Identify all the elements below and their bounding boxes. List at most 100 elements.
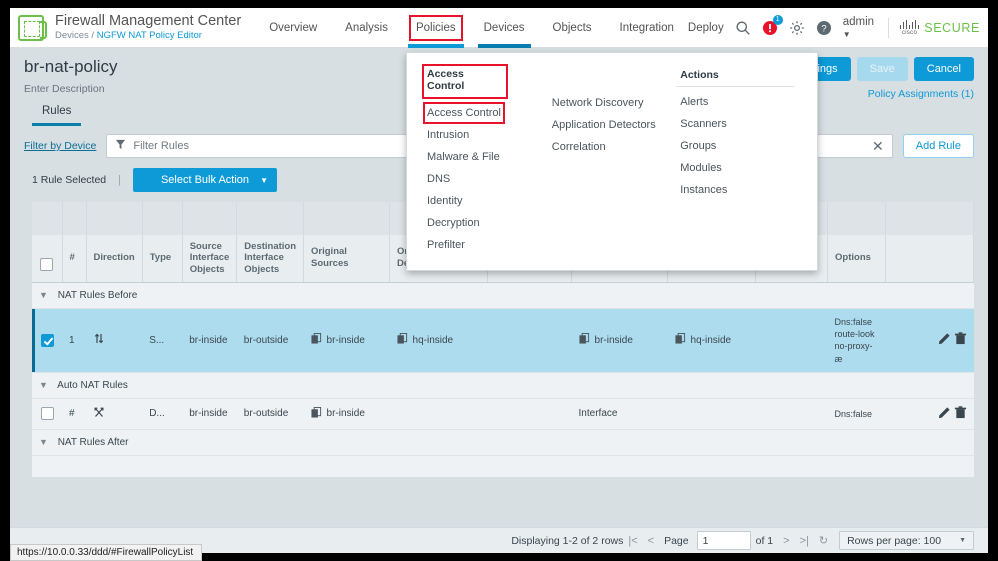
- row-type: S...: [142, 308, 183, 373]
- notifications-icon[interactable]: 1: [762, 14, 783, 36]
- row-translated-services: [755, 398, 828, 430]
- bidirectional-arrow-icon: [93, 334, 105, 348]
- menu-item-intrusion[interactable]: Intrusion: [423, 124, 548, 146]
- main-nav-items: Overview Analysis Policies Devices Objec…: [255, 8, 688, 48]
- breadcrumb-prefix: Devices /: [55, 30, 95, 42]
- column-header-original-sources[interactable]: Original Sources: [303, 233, 391, 284]
- column-header-number[interactable]: #: [62, 233, 87, 284]
- page-number-input[interactable]: [696, 531, 751, 550]
- select-bulk-action-label: Select Bulk Action: [160, 174, 250, 186]
- row-select-cell: [32, 398, 62, 430]
- row-select-cell: [32, 308, 62, 373]
- menu-column-access-control: Access Control Access Control Intrusion …: [422, 64, 548, 256]
- group-row-nat-rules-before[interactable]: ▼ NAT Rules Before: [32, 282, 974, 310]
- cancel-button[interactable]: Cancel: [913, 57, 974, 81]
- group-row-nat-rules-after[interactable]: ▼ NAT Rules After: [32, 429, 974, 456]
- row-translated-destinations: [667, 398, 756, 430]
- nav-item-objects[interactable]: Objects: [539, 8, 606, 48]
- menu-item-dns[interactable]: DNS: [423, 168, 548, 190]
- tab-rules[interactable]: Rules: [32, 102, 82, 126]
- nav-item-devices[interactable]: Devices: [470, 8, 539, 48]
- group-row-auto-nat-rules[interactable]: ▼ Auto NAT Rules: [32, 372, 974, 399]
- edit-icon[interactable]: [938, 406, 951, 422]
- menu-item-correlation[interactable]: Correlation: [548, 136, 676, 158]
- cross-arrow-icon: [93, 407, 105, 422]
- table-row[interactable]: 1 S... br-inside br-outside br-inside hq…: [32, 308, 974, 373]
- menu-item-decryption[interactable]: Decryption: [423, 212, 548, 234]
- search-icon[interactable]: [735, 20, 751, 36]
- menu-item-modules[interactable]: Modules: [676, 157, 801, 179]
- gear-icon[interactable]: [789, 20, 805, 36]
- menu-item-application-detectors[interactable]: Application Detectors: [548, 114, 676, 136]
- edit-icon[interactable]: [938, 332, 951, 348]
- user-menu[interactable]: admin ▼: [843, 16, 877, 40]
- chevron-down-icon: ▼: [959, 537, 966, 544]
- policy-assignments-link[interactable]: Policy Assignments (1): [868, 88, 974, 100]
- chevron-down-icon: ▼: [39, 290, 48, 301]
- menu-item-prefilter[interactable]: Prefilter: [423, 234, 548, 256]
- network-object-icon: [396, 333, 408, 347]
- rows-per-page-dropdown[interactable]: Rows per page: 100 ▼: [839, 531, 974, 550]
- row-checkbox[interactable]: [40, 333, 54, 347]
- menu-item-alerts[interactable]: Alerts: [676, 91, 801, 113]
- menu-item-malware-and-file[interactable]: Malware & File: [423, 146, 548, 168]
- help-icon[interactable]: ?: [816, 20, 832, 36]
- bulk-separator: |: [118, 174, 121, 186]
- rows-per-page-label: Rows per page: 100: [847, 534, 942, 547]
- menu-item-network-discovery[interactable]: Network Discovery: [548, 92, 676, 114]
- refresh-icon[interactable]: ↻: [814, 534, 833, 547]
- menu-item-instances[interactable]: Instances: [676, 179, 801, 201]
- menu-header-discovery: [548, 65, 666, 83]
- application-window: Firewall Management Center Devices / NGF…: [10, 8, 988, 553]
- row-source-interface: br-inside: [182, 398, 237, 430]
- column-header-direction[interactable]: Direction: [86, 233, 143, 284]
- menu-item-groups[interactable]: Groups: [676, 135, 801, 157]
- page-total-label: of 1: [755, 534, 774, 547]
- column-header-destination-interface-objects[interactable]: Destination Interface Objects: [236, 233, 305, 284]
- next-page-icon[interactable]: >: [778, 535, 794, 547]
- row-original-sources: br-inside: [303, 308, 390, 373]
- chevron-down-icon: ▼: [260, 175, 268, 185]
- secure-wordmark: SECURE: [924, 20, 980, 35]
- first-page-icon[interactable]: |<: [623, 535, 642, 547]
- row-direction: [86, 398, 143, 430]
- table-row[interactable]: # D... br-inside br-outside br-inside In…: [32, 398, 974, 430]
- row-actions: [885, 398, 974, 430]
- column-header-type[interactable]: Type: [142, 233, 183, 284]
- deploy-button[interactable]: Deploy: [688, 22, 724, 34]
- nav-item-analysis[interactable]: Analysis: [331, 8, 402, 48]
- rules-selected-count: 1 Rule Selected: [32, 174, 107, 186]
- browser-status-bar: https://10.0.0.33/ddd/#FirewallPolicyLis…: [10, 544, 203, 561]
- breadcrumb-link[interactable]: NGFW NAT Policy Editor: [97, 30, 202, 41]
- cisco-secure-logo: cisco SECURE: [899, 19, 980, 36]
- row-number: #: [62, 398, 86, 430]
- breadcrumb: Devices / NGFW NAT Policy Editor: [55, 31, 241, 41]
- group-label: Auto NAT Rules: [57, 379, 128, 391]
- nav-item-policies[interactable]: Policies: [402, 8, 470, 48]
- menu-item-identity[interactable]: Identity: [423, 190, 548, 212]
- select-all-checkbox[interactable]: [40, 257, 54, 271]
- delete-icon[interactable]: [954, 332, 967, 348]
- menu-column-discovery: Network Discovery Application Detectors …: [548, 65, 676, 256]
- filter-by-device-link[interactable]: Filter by Device: [24, 140, 96, 152]
- menu-column-actions: Actions Alerts Scanners Groups Modules I…: [676, 65, 801, 256]
- nav-item-overview[interactable]: Overview: [255, 8, 331, 48]
- row-checkbox[interactable]: [40, 407, 54, 421]
- row-original-destinations: hq-inside: [389, 308, 488, 373]
- object-label: hq-inside: [412, 334, 454, 346]
- add-rule-button[interactable]: Add Rule: [902, 134, 974, 158]
- delete-icon[interactable]: [954, 405, 967, 422]
- policy-tabs: Rules: [32, 102, 82, 126]
- menu-item-scanners[interactable]: Scanners: [676, 113, 801, 135]
- menu-item-access-control[interactable]: Access Control: [423, 102, 505, 124]
- app-title: Firewall Management Center: [55, 12, 242, 29]
- column-header-source-interface-objects[interactable]: Source Interface Objects: [182, 233, 238, 284]
- last-page-icon[interactable]: >|: [795, 535, 814, 547]
- column-header-options[interactable]: Options: [827, 233, 887, 284]
- nav-item-integration[interactable]: Integration: [606, 8, 688, 48]
- policies-mega-menu: Access Control Access Control Intrusion …: [406, 52, 818, 271]
- previous-page-icon[interactable]: <: [643, 535, 659, 547]
- clear-filter-icon[interactable]: ✕: [872, 139, 884, 153]
- select-bulk-action-dropdown[interactable]: Select Bulk Action ▼: [133, 168, 277, 192]
- filter-rules-placeholder: Filter Rules: [133, 140, 189, 152]
